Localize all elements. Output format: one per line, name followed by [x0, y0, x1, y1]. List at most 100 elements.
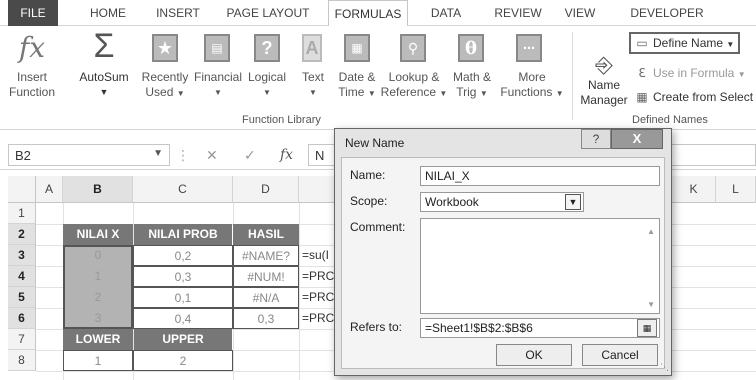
- create-from-selection-icon: ▦: [636, 90, 648, 104]
- table-cell-e5[interactable]: =PRC: [300, 287, 334, 308]
- table-cell-c8[interactable]: 2: [133, 350, 233, 371]
- math-trig-icon: θ: [456, 32, 486, 64]
- table-cell-d3[interactable]: #NAME?: [233, 245, 299, 266]
- row-header-8[interactable]: 8: [8, 350, 36, 371]
- header-cell-nilai-prob[interactable]: NILAI PROB: [134, 224, 232, 245]
- column-header-a[interactable]: A: [36, 176, 63, 203]
- group-label-function-library: Function Library: [242, 114, 321, 126]
- row-header-2[interactable]: 2: [8, 224, 36, 245]
- logical-button[interactable]: Logical ▼: [242, 70, 292, 100]
- sigma-icon: Σ: [93, 26, 115, 65]
- help-button[interactable]: ?: [581, 129, 611, 149]
- scope-label: Scope:: [350, 194, 388, 208]
- name-input[interactable]: NILAI_X: [420, 166, 660, 186]
- fx-icon: fx: [18, 30, 46, 64]
- more-functions-button[interactable]: More Functions ▼: [496, 70, 568, 101]
- ribbon-tabs: FILE HOME INSERT PAGE LAYOUT FORMULAS DA…: [0, 0, 756, 27]
- table-cell-c5[interactable]: 0,1: [133, 287, 233, 308]
- collapse-dialog-icon[interactable]: ▦: [637, 319, 657, 337]
- resize-grip-icon[interactable]: ⋱: [660, 362, 669, 373]
- comment-textarea[interactable]: ▲ ▼: [420, 218, 660, 314]
- table-cell-c3[interactable]: 0,2: [133, 245, 233, 266]
- insert-function-icon[interactable]: fx: [280, 147, 293, 163]
- more-functions-icon: ⋯: [514, 32, 544, 64]
- star-icon: ★: [150, 32, 180, 64]
- header-cell-lower[interactable]: LOWER: [63, 329, 133, 350]
- recently-used-button[interactable]: Recently Used ▼: [134, 70, 196, 101]
- check-icon[interactable]: ✓: [244, 147, 256, 164]
- name-label: Name:: [350, 168, 386, 182]
- column-header-c[interactable]: C: [133, 176, 233, 203]
- column-header-e[interactable]: [299, 176, 335, 203]
- table-cell-e4[interactable]: =PRC: [300, 266, 334, 287]
- tab-review[interactable]: REVIEW: [488, 0, 548, 26]
- select-all-corner[interactable]: [8, 176, 36, 203]
- row-header-3[interactable]: 3: [8, 245, 36, 266]
- ok-button[interactable]: OK: [496, 344, 572, 366]
- scroll-down-icon[interactable]: ▼: [647, 300, 655, 309]
- row-header-1[interactable]: 1: [8, 203, 36, 224]
- financial-button[interactable]: Financial ▼: [190, 70, 246, 100]
- tab-insert[interactable]: INSERT: [148, 0, 208, 26]
- new-name-dialog: New Name ? X Name: NILAI_X Scope: Workbo…: [334, 128, 672, 376]
- dialog-body: Name: NILAI_X Scope: Workbook ▼ Comment:…: [341, 157, 665, 369]
- tab-file[interactable]: FILE: [8, 0, 58, 26]
- use-in-formula-icon: ℇ: [638, 66, 646, 80]
- row-header-5[interactable]: 5: [8, 287, 36, 308]
- refers-to-input[interactable]: =Sheet1!$B$2:$B$6 ▦: [420, 318, 660, 338]
- header-cell-hasil[interactable]: HASIL: [233, 224, 299, 245]
- column-header-k[interactable]: K: [672, 176, 716, 203]
- lookup-reference-button[interactable]: Lookup & Reference ▼: [380, 70, 448, 101]
- chevron-down-icon[interactable]: ▼: [565, 194, 581, 210]
- text-icon: A: [300, 32, 324, 64]
- tab-home[interactable]: HOME: [80, 0, 136, 26]
- date-time-button[interactable]: Date & Time ▼: [332, 70, 382, 101]
- tab-developer[interactable]: DEVELOPER: [622, 0, 712, 26]
- table-cell-d5[interactable]: #N/A: [233, 287, 299, 308]
- row-header-7[interactable]: 7: [8, 329, 36, 350]
- refers-to-label: Refers to:: [350, 320, 403, 334]
- use-in-formula-button[interactable]: ℇ Use in Formula ▼: [635, 66, 745, 80]
- header-cell-nilai-x[interactable]: NILAI X: [63, 224, 133, 245]
- close-button[interactable]: X: [611, 129, 663, 149]
- tab-view[interactable]: VIEW: [558, 0, 602, 26]
- column-header-b[interactable]: B: [63, 176, 133, 203]
- scope-select[interactable]: Workbook ▼: [420, 192, 584, 212]
- chevron-down-icon[interactable]: ▼: [153, 148, 163, 159]
- dialog-title: New Name: [345, 136, 405, 150]
- group-separator: [572, 32, 573, 120]
- tab-page-layout[interactable]: PAGE LAYOUT: [218, 0, 318, 26]
- autosum-button[interactable]: AutoSum ▼: [72, 70, 136, 100]
- table-cell-b8[interactable]: 1: [63, 350, 133, 371]
- table-cell-c4[interactable]: 0,3: [133, 266, 233, 287]
- cancel-button[interactable]: Cancel: [582, 344, 658, 366]
- insert-function-button[interactable]: Insert Function: [0, 70, 64, 100]
- selection-range: [63, 245, 133, 329]
- formula-bar-separator: ⋮: [176, 147, 190, 163]
- table-cell-e3[interactable]: =su(I: [300, 245, 334, 266]
- calendar-icon: ▦: [342, 32, 372, 64]
- table-cell-e6[interactable]: =PRC: [300, 308, 334, 329]
- tab-data[interactable]: DATA: [420, 0, 472, 26]
- row-header-6[interactable]: 6: [8, 308, 36, 329]
- table-cell-d4[interactable]: #NUM!: [233, 266, 299, 287]
- define-name-button[interactable]: ▭ Define Name ▼: [629, 32, 741, 54]
- comment-label: Comment:: [350, 220, 406, 234]
- ribbon: fx Insert Function Σ AutoSum ▼ ★ Recently U…: [0, 26, 756, 130]
- text-button[interactable]: Text ▼: [296, 70, 330, 100]
- scroll-up-icon[interactable]: ▲: [647, 227, 655, 236]
- cancel-icon[interactable]: ✕: [206, 147, 218, 164]
- name-manager-button[interactable]: Name Manager: [576, 78, 632, 108]
- row-header-4[interactable]: 4: [8, 266, 36, 287]
- header-cell-upper[interactable]: UPPER: [134, 329, 232, 350]
- math-trig-button[interactable]: Math & Trig ▼: [446, 70, 498, 101]
- column-header-l[interactable]: L: [716, 176, 756, 203]
- financial-icon: ▤: [202, 32, 232, 64]
- tab-formulas[interactable]: FORMULAS: [328, 0, 408, 27]
- table-cell-c6[interactable]: 0,4: [133, 308, 233, 329]
- table-cell-d6[interactable]: 0,3: [233, 308, 299, 329]
- column-header-d[interactable]: D: [233, 176, 299, 203]
- name-manager-icon: ⎆: [595, 52, 613, 77]
- create-from-selection-button[interactable]: ▦ Create from Select: [635, 90, 753, 104]
- name-box[interactable]: B2 ▼: [8, 144, 170, 166]
